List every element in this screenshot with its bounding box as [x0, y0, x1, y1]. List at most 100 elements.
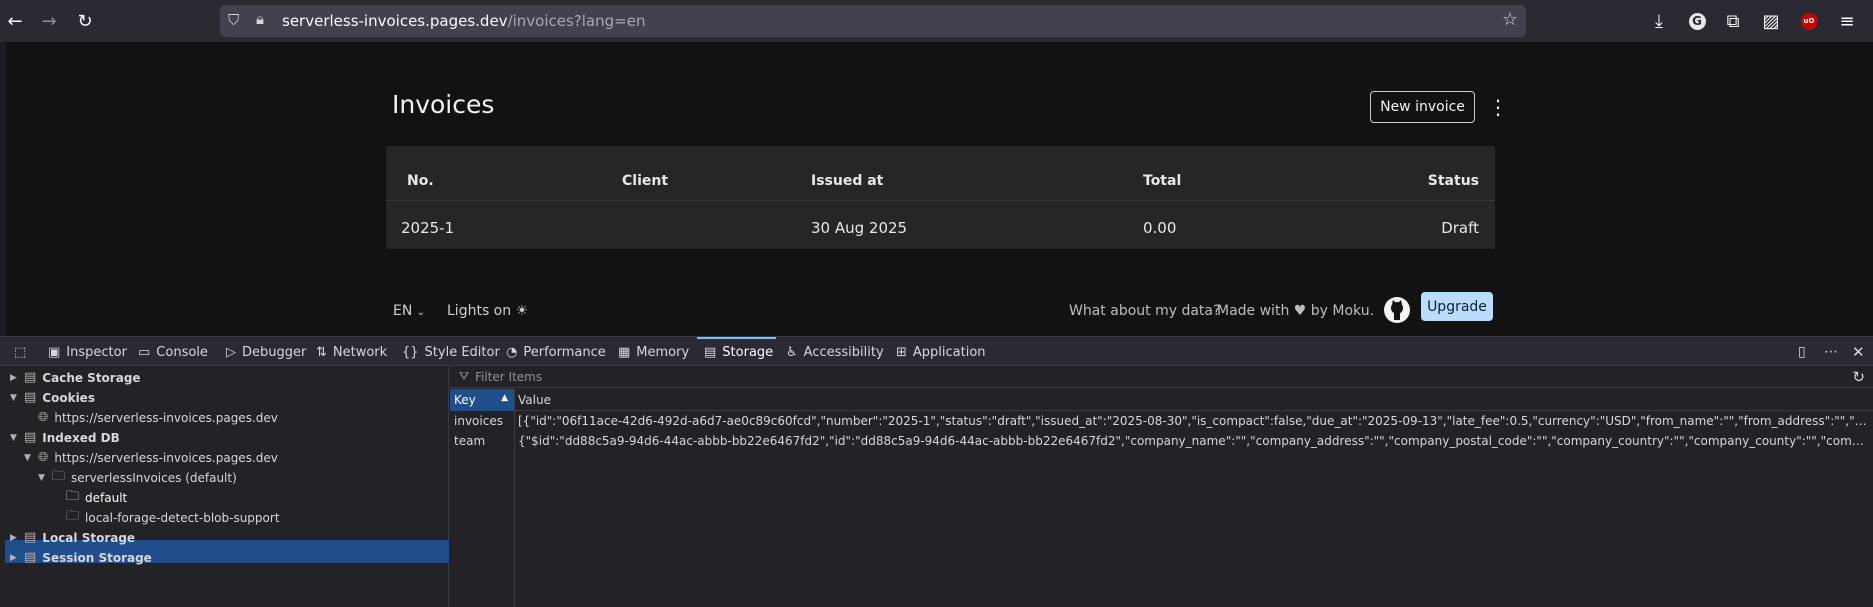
col-header-total[interactable]: Total [1143, 173, 1181, 189]
tab-debugger[interactable]: ▷ Debugger [226, 337, 306, 367]
expand-arrow-icon[interactable]: ▶ [10, 553, 24, 563]
tab-inspector[interactable]: ▣ Inspector [48, 337, 127, 367]
language-value: EN [393, 303, 413, 319]
devtools-more-icon[interactable]: ⋯ [1824, 337, 1838, 367]
lights-toggle[interactable]: Lights on ☀ [447, 303, 528, 319]
made-with-credit: Made with ♥ by Moku. [1217, 303, 1374, 319]
tab-label: Console [156, 344, 208, 360]
tree-label: Cache Storage [42, 370, 141, 385]
storage-icon: ▤ [24, 550, 37, 565]
shield-icon[interactable]: ⛉ [228, 11, 239, 29]
made-with-text: Made with [1217, 303, 1290, 319]
data-info-link[interactable]: What about my data? [1069, 303, 1220, 319]
ublock-icon[interactable]: uO [1796, 8, 1822, 34]
upgrade-button[interactable]: Upgrade [1421, 292, 1493, 321]
reload-icon[interactable]: ↻ [72, 8, 98, 34]
tree-label: serverlessInvoices (default) [71, 470, 237, 485]
expand-arrow-icon[interactable]: ▶ [10, 373, 24, 383]
storage-icon: ▤ [24, 430, 37, 445]
dock-side-icon[interactable]: ▯ [1798, 337, 1806, 367]
extension-image-icon[interactable]: ▨ [1758, 8, 1784, 34]
storage-icon: ▤ [24, 370, 37, 385]
tab-label: Debugger [242, 344, 307, 360]
row-value: [{"id":"06f11ace-42d6-492d-a6d7-ae0c89c6… [518, 414, 1868, 428]
language-select[interactable]: EN ⌄ [393, 303, 425, 319]
github-icon[interactable] [1384, 297, 1410, 323]
tab-label: Inspector [66, 344, 127, 360]
tab-performance[interactable]: ◔ Performance [506, 337, 606, 367]
storage-icon: ▤ [24, 390, 37, 405]
col-header-no[interactable]: No. [407, 173, 434, 189]
collapse-arrow-icon[interactable]: ▼ [24, 453, 38, 463]
url-path: /invoices?lang=en [507, 12, 646, 30]
devtools-panel: ⬚ ▣ Inspector ▭ Console ▷ Debugger ⇅ Network… [0, 336, 1873, 607]
back-icon[interactable]: ← [2, 8, 28, 34]
hamburger-menu-icon[interactable]: ≡ [1834, 8, 1860, 34]
storage-icon: ▤ [24, 530, 37, 545]
col-header-issued-at[interactable]: Issued at [811, 173, 883, 189]
filter-items-input[interactable]: ⛛ Filter Items ↻ [450, 366, 1873, 388]
collapse-arrow-icon[interactable]: ▼ [10, 433, 24, 443]
filter-icon: ⛛ [459, 369, 470, 383]
col-header-value[interactable]: Value [518, 393, 551, 407]
lock-icon[interactable]: 🔒︎ [256, 10, 264, 28]
tab-accessibility[interactable]: ♿︎ Accessibility [786, 337, 884, 367]
tab-label: Performance [523, 344, 606, 360]
devtools-tabbar: ⬚ ▣ Inspector ▭ Console ▷ Debugger ⇅ Network… [0, 336, 1873, 366]
tree-session-storage[interactable]: ▶ ▤ Session Storage [10, 546, 152, 569]
table-header: Key ▲ Value [450, 389, 1873, 411]
tab-label: Network [332, 344, 388, 360]
debugger-icon: ▷ [226, 344, 236, 360]
page-title: Invoices [392, 90, 495, 119]
storage-tree: ▶ ▤ Cache Storage ▼ ▤ Cookies 🌐︎ https://serv… [0, 366, 449, 607]
tree-label: Local Storage [42, 530, 136, 545]
invoices-table: No. Client Issued at Total Status 2025-1… [386, 146, 1495, 249]
lights-label: Lights on [447, 303, 512, 319]
style-editor-icon: {} [402, 344, 419, 360]
inspector-icon: ▣ [48, 344, 61, 360]
url-host: serverless-invoices.pages.dev [282, 12, 508, 30]
element-picker-icon[interactable]: ⬚ [14, 337, 32, 367]
close-devtools-icon[interactable]: ✕ [1852, 337, 1865, 367]
tab-style-editor[interactable]: {} Style Editor [402, 337, 500, 367]
heart-icon: ♥ [1293, 303, 1307, 319]
application-icon: ⊞ [896, 344, 907, 360]
sort-asc-icon: ▲ [501, 393, 508, 403]
filter-placeholder: Filter Items [475, 370, 543, 384]
table-row[interactable]: invoices [{"id":"06f11ace-42d6-492d-a6d7… [450, 411, 1873, 431]
downloads-icon[interactable]: ⤓ [1646, 8, 1672, 34]
extension-g-icon[interactable]: G [1684, 8, 1710, 34]
tab-label: Accessibility [803, 344, 884, 360]
extensions-puzzle-icon[interactable]: ⧉ [1720, 8, 1746, 34]
tab-application[interactable]: ⊞ Application [896, 337, 986, 367]
refresh-icon[interactable]: ↻ [1852, 368, 1865, 386]
col-header-client[interactable]: Client [622, 173, 668, 189]
tab-memory[interactable]: ▦ Memory [618, 337, 689, 367]
expand-arrow-icon[interactable]: ▶ [10, 533, 24, 543]
tab-network[interactable]: ⇅ Network [316, 337, 387, 367]
storage-icon: ▤ [704, 344, 717, 360]
table-row[interactable]: team {"$id":"dd88c5a9-94d6-44ac-abbb-bb2… [450, 431, 1873, 451]
collapse-arrow-icon[interactable]: ▼ [10, 393, 24, 403]
url-bar[interactable]: ⛉ 🔒︎ serverless-invoices.pages.dev/invoi… [220, 5, 1526, 37]
col-header-key-label: Key [454, 393, 476, 407]
tree-label: https://serverless-invoices.pages.dev [54, 410, 278, 425]
cell-total: 0.00 [1143, 219, 1177, 237]
col-header-key[interactable]: Key ▲ [450, 389, 514, 411]
collapse-arrow-icon[interactable]: ▼ [38, 473, 52, 483]
chevron-down-icon: ⌄ [416, 307, 426, 318]
tab-label: Application [912, 344, 986, 360]
author-link[interactable]: by Moku. [1311, 303, 1374, 319]
new-invoice-button[interactable]: New invoice [1370, 91, 1475, 123]
tab-label: Memory [636, 344, 690, 360]
col-header-status[interactable]: Status [1428, 173, 1479, 189]
forward-icon[interactable]: → [36, 8, 62, 34]
url-text[interactable]: serverless-invoices.pages.dev/invoices?l… [282, 12, 645, 30]
tree-label: default [85, 490, 128, 505]
folder-icon: 🗀 [52, 468, 66, 484]
tab-console[interactable]: ▭ Console [138, 337, 208, 367]
tab-storage[interactable]: ▤ Storage [704, 337, 773, 367]
more-options-icon[interactable]: ⋮ [1488, 94, 1508, 120]
cell-issued-at: 30 Aug 2025 [811, 219, 908, 237]
bookmark-star-icon[interactable]: ☆ [1502, 9, 1518, 30]
